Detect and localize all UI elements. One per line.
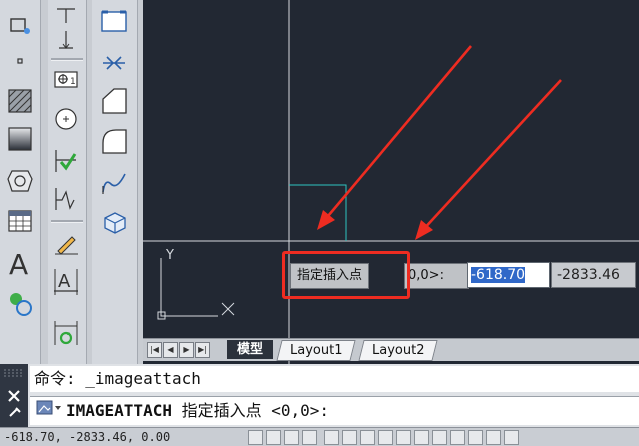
object-snap-toggle[interactable]	[342, 430, 357, 445]
annotation-arrow-1	[322, 45, 472, 223]
explode-icon[interactable]	[98, 206, 130, 236]
dim-text-edit-icon[interactable]: A	[50, 266, 82, 296]
grid-display-toggle[interactable]	[284, 430, 299, 445]
dim-jogline-icon[interactable]	[50, 184, 82, 214]
tab-model[interactable]: 模型	[227, 340, 274, 359]
tolerance-icon[interactable]: 1	[50, 64, 82, 94]
dynamic-input-x-field[interactable]: -618.70	[467, 262, 550, 288]
toolbar-separator	[51, 220, 83, 223]
status-bar: -618.70, -2833.46, 0.00	[0, 427, 639, 446]
gradient-icon[interactable]	[4, 124, 36, 154]
tab-layout2[interactable]: Layout2	[358, 340, 439, 361]
join-icon[interactable]	[98, 48, 130, 78]
dim-update-icon[interactable]	[50, 318, 82, 348]
ucs-x-label-cross	[221, 302, 235, 316]
drawing-canvas[interactable]: Y	[143, 0, 639, 364]
dynamic-input-toggle[interactable]	[414, 430, 429, 445]
dynamic-ucs-toggle[interactable]	[396, 430, 411, 445]
3d-object-snap-toggle[interactable]	[360, 430, 375, 445]
svg-text:1: 1	[70, 77, 76, 87]
layout-tab-bar: |◀ ◀ ▶ ▶| 模型 Layout1 Layout2	[143, 338, 639, 361]
dim-baseline-icon[interactable]	[50, 26, 82, 56]
cursor-coordinates[interactable]: -618.70, -2833.46, 0.00	[4, 428, 170, 446]
command-line-grip[interactable]	[0, 364, 28, 427]
dim-inspect-icon[interactable]	[50, 146, 82, 176]
command-name: IMAGEATTACH	[66, 401, 172, 420]
tab-nav-last-button[interactable]: ▶|	[195, 342, 210, 358]
tab-layout1[interactable]: Layout1	[276, 340, 357, 361]
annotation-monitor-toggle[interactable]	[504, 430, 519, 445]
svg-text:A: A	[9, 248, 28, 278]
annotation-arrow-1-head	[317, 210, 335, 230]
command-prompt-text: 指定插入点 <0,0>:	[171, 401, 330, 420]
command-line-window: 命令: _imageattach IMAGEATTACH 指定插入点 <0,0>…	[0, 364, 639, 427]
quick-properties-toggle[interactable]	[468, 430, 483, 445]
wrench-icon	[9, 407, 21, 417]
fillet-icon[interactable]	[98, 6, 130, 36]
region-icon[interactable]	[4, 166, 36, 196]
hatch-icon[interactable]	[4, 86, 36, 116]
dimension-toolbar: 1 A	[48, 0, 87, 364]
command-history-text: 命令: _imageattach	[34, 369, 201, 388]
canvas-graphics: Y	[143, 0, 639, 364]
add-selected-icon[interactable]	[4, 288, 36, 318]
block-icon[interactable]	[4, 10, 36, 40]
blend-curves-icon[interactable]	[98, 166, 130, 196]
image-preview-frame	[289, 184, 347, 241]
command-recent-icon[interactable]	[36, 398, 62, 426]
svg-text:A: A	[58, 271, 71, 292]
annotation-highlight-box	[282, 251, 410, 299]
selection-cycling-toggle[interactable]	[486, 430, 501, 445]
infer-constraints-toggle[interactable]	[248, 430, 263, 445]
ucs-icon	[160, 258, 218, 317]
transparency-toggle[interactable]	[450, 430, 465, 445]
snap-mode-toggle[interactable]	[266, 430, 281, 445]
fillet-arc-icon[interactable]	[98, 126, 130, 156]
table-icon[interactable]	[4, 206, 36, 236]
dynamic-input-default: 0,0>:	[404, 263, 469, 289]
close-icon	[8, 390, 20, 402]
dim-edit-icon[interactable]	[50, 228, 82, 258]
chamfer-icon[interactable]	[98, 86, 130, 116]
ortho-mode-toggle[interactable]	[302, 430, 317, 445]
lineweight-toggle[interactable]	[432, 430, 447, 445]
draw-toolbar-left: A	[0, 0, 41, 364]
point-icon[interactable]	[4, 46, 36, 76]
polar-tracking-toggle[interactable]	[324, 430, 339, 445]
dynamic-input-y-field[interactable]: -2833.46	[551, 262, 636, 288]
tab-nav-prev-button[interactable]: ◀	[163, 342, 178, 358]
tab-nav-first-button[interactable]: |◀	[147, 342, 162, 358]
tab-nav-next-button[interactable]: ▶	[179, 342, 194, 358]
modify-toolbar	[92, 0, 138, 364]
command-history-line: 命令: _imageattach	[30, 366, 639, 392]
object-snap-tracking-toggle[interactable]	[378, 430, 393, 445]
tab-layout1-label: Layout1	[290, 343, 343, 358]
annotation-arrow-2	[420, 79, 562, 233]
center-mark-icon[interactable]	[50, 104, 82, 134]
tab-layout2-label: Layout2	[372, 343, 425, 358]
dynamic-input-x-value: -618.70	[471, 267, 526, 283]
toolbar-separator	[51, 58, 83, 61]
ucs-y-label: Y	[165, 248, 174, 263]
multiline-text-icon[interactable]: A	[4, 248, 36, 278]
command-input[interactable]: IMAGEATTACH 指定插入点 <0,0>:	[30, 396, 639, 425]
